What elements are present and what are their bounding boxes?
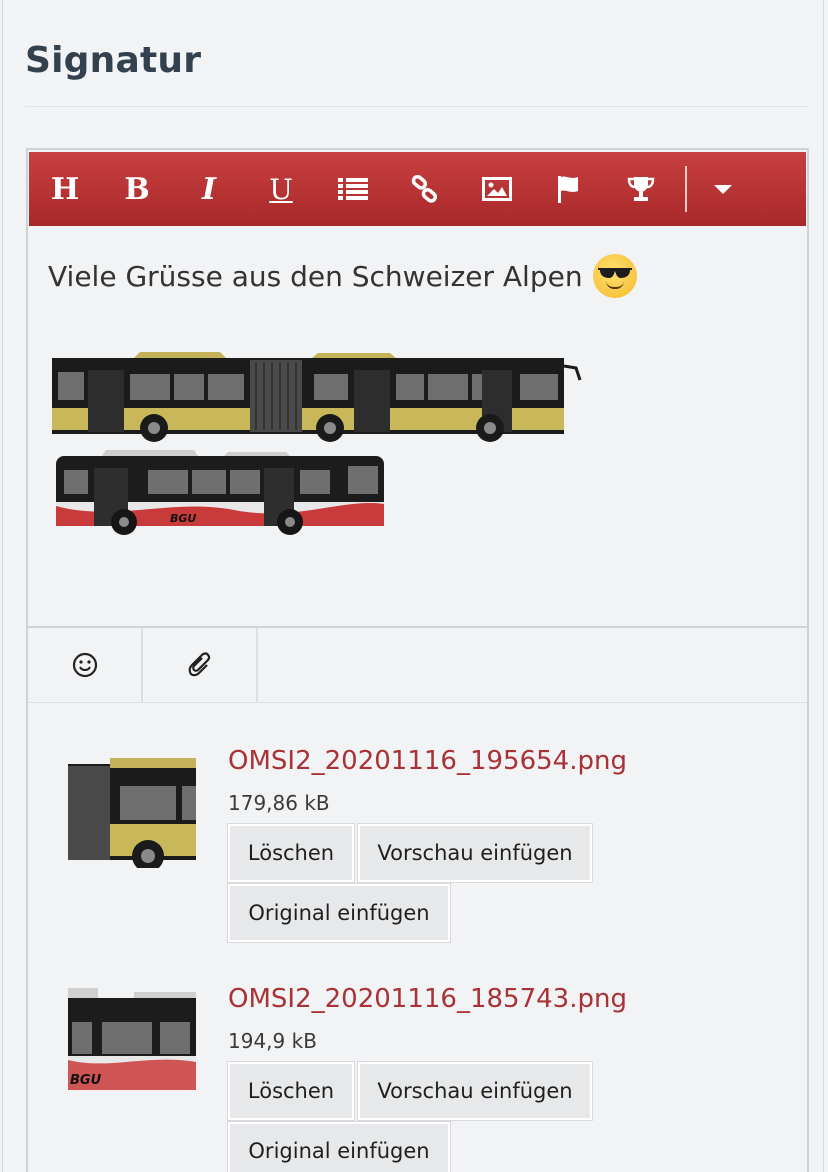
italic-button[interactable]: I xyxy=(173,152,245,226)
toolbar-separator xyxy=(685,166,687,212)
signature-text: Viele Grüsse aus den Schweizer Alpen xyxy=(48,259,583,293)
editor-toolbar: H B I U xyxy=(29,152,806,226)
trophy-icon xyxy=(627,177,655,201)
attachment-filesize: 179,86 kB xyxy=(228,791,330,815)
insert-original-button[interactable]: Original einfügen xyxy=(227,1121,451,1172)
underline-button[interactable]: U xyxy=(245,152,317,226)
attachment-thumbnail[interactable] xyxy=(68,758,196,868)
city-bus-image: BGU xyxy=(56,450,384,535)
insert-preview-button[interactable]: Vorschau einfügen xyxy=(357,823,593,883)
paperclip-icon xyxy=(188,652,210,677)
editor-content[interactable]: Viele Grüsse aus den Schweizer Alpen BGU xyxy=(28,228,807,626)
list-button[interactable] xyxy=(317,152,389,226)
attachment-thumbnail[interactable]: BGU xyxy=(68,988,196,1098)
signature-editor: H B I U Viele Grüsse aus den Schweizer A… xyxy=(26,148,809,1172)
attachments-tab[interactable] xyxy=(143,628,258,702)
title-divider xyxy=(25,106,809,107)
articulated-bus-image xyxy=(52,352,582,442)
delete-button[interactable]: Löschen xyxy=(227,1061,355,1121)
delete-button[interactable]: Löschen xyxy=(227,823,355,883)
svg-text:BGU: BGU xyxy=(170,512,196,525)
flag-icon xyxy=(558,176,578,203)
link-button[interactable] xyxy=(389,152,461,226)
list-icon xyxy=(338,178,368,200)
caret-down-icon xyxy=(714,185,732,194)
svg-text:BGU: BGU xyxy=(70,1073,102,1088)
heading-button[interactable]: H xyxy=(29,152,101,226)
page-frame: Signatur H B I U Viele Grüsse aus den Sc… xyxy=(2,0,824,1172)
attachment-filename-link[interactable]: OMSI2_20201116_185743.png xyxy=(228,984,627,1014)
sunglasses-emoji-icon xyxy=(592,254,637,298)
insert-original-button[interactable]: Original einfügen xyxy=(227,883,451,943)
flag-button[interactable] xyxy=(533,152,605,226)
attachment-item: OMSI2_20201116_195654.png 179,86 kB Lösc… xyxy=(68,746,788,966)
attachment-filesize: 194,9 kB xyxy=(228,1029,317,1053)
signature-line: Viele Grüsse aus den Schweizer Alpen xyxy=(48,254,637,298)
attachment-filename-link[interactable]: OMSI2_20201116_195654.png xyxy=(228,746,627,776)
editor-subbar xyxy=(28,628,807,704)
link-icon xyxy=(411,175,438,203)
image-button[interactable] xyxy=(461,152,533,226)
more-button[interactable] xyxy=(695,152,751,226)
insert-preview-button[interactable]: Vorschau einfügen xyxy=(357,1061,593,1121)
subbar-divider xyxy=(28,702,807,703)
image-icon xyxy=(482,177,512,201)
page-title: Signatur xyxy=(25,40,202,81)
attachment-item: BGU OMSI2_20201116_185743.png 194,9 kB L… xyxy=(68,984,788,1172)
smiley-icon xyxy=(72,652,97,678)
smiley-tab[interactable] xyxy=(28,628,143,702)
trophy-button[interactable] xyxy=(605,152,677,226)
bold-button[interactable]: B xyxy=(101,152,173,226)
